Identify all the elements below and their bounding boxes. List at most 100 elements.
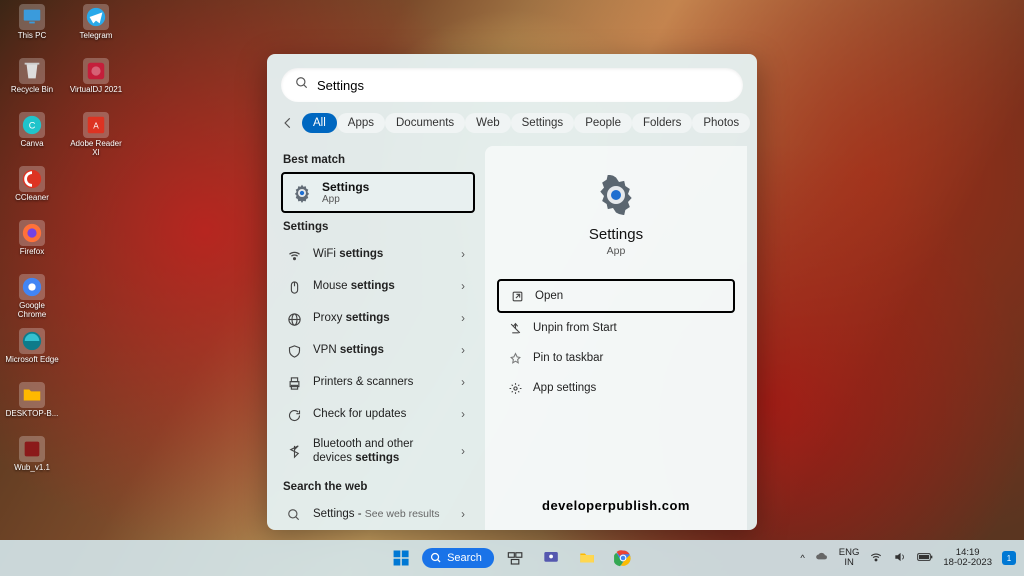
search-icon (285, 506, 303, 524)
action-label: Open (535, 290, 563, 302)
pin-icon (507, 350, 523, 366)
result-detail-pane: Settings App OpenUnpin from StartPin to … (485, 146, 747, 530)
settings-section-header: Settings (283, 221, 479, 233)
settings-result-item[interactable]: Check for updates› (281, 399, 475, 431)
action-label: Pin to taskbar (533, 352, 603, 364)
desktop-icons-area: This PC Recycle Bin CCanvaCCleaner Firefox G… (4, 4, 124, 486)
result-text: WiFi settings (313, 248, 451, 262)
onedrive-icon[interactable] (815, 550, 829, 567)
printer-icon (285, 374, 303, 392)
gear-icon (507, 380, 523, 396)
filter-pill-apps[interactable]: Apps (337, 113, 385, 133)
chat-button[interactable] (536, 543, 566, 573)
desktop-icon-label: Recycle Bin (11, 86, 53, 95)
detail-action-pin-to-taskbar[interactable]: Pin to taskbar (497, 343, 735, 373)
desktop-icon-label: Firefox (20, 248, 44, 257)
filter-pill-people[interactable]: People (574, 113, 632, 133)
settings-result-item[interactable]: Mouse settings› (281, 271, 475, 303)
folder-icon (19, 382, 45, 408)
pc-icon (19, 4, 45, 30)
notification-center-button[interactable]: 1 (1002, 551, 1016, 565)
filter-pill-folders[interactable]: Folders (632, 113, 692, 133)
adobe-icon: A (83, 112, 109, 138)
chevron-right-icon: › (461, 281, 465, 293)
result-text: Proxy settings (313, 312, 451, 326)
battery-icon[interactable] (917, 552, 933, 565)
desktop-icon[interactable]: CCleaner (4, 166, 60, 216)
filter-pill-web[interactable]: Web (465, 113, 510, 133)
desktop-icon[interactable]: Microsoft Edge (4, 328, 60, 378)
taskbar: Search ^ ENG IN (0, 540, 1024, 576)
settings-result-item[interactable]: Proxy settings › (281, 303, 475, 335)
desktop-icon[interactable]: AAdobe Reader XI (68, 112, 124, 162)
open-icon (509, 288, 525, 304)
settings-result-item[interactable]: VPN settings › (281, 335, 475, 367)
desktop-icon[interactable]: Wub_v1.1 (4, 436, 60, 486)
chevron-right-icon: › (461, 313, 465, 325)
chevron-right-icon: › (461, 249, 465, 261)
action-label: App settings (533, 382, 596, 394)
chrome-taskbar-button[interactable] (608, 543, 638, 573)
settings-result-item[interactable]: WiFi settings › (281, 239, 475, 271)
start-button[interactable] (386, 543, 416, 573)
file-explorer-button[interactable] (572, 543, 602, 573)
search-icon (295, 76, 309, 95)
task-view-button[interactable] (500, 543, 530, 573)
chevron-right-icon: › (461, 446, 465, 458)
settings-result-item[interactable]: Printers & scanners› (281, 367, 475, 399)
chevron-right-icon: › (461, 377, 465, 389)
detail-action-app-settings[interactable]: App settings (497, 373, 735, 403)
search-filter-row: AllAppsDocumentsWebSettingsPeopleFolders… (267, 112, 757, 142)
gear-icon (291, 182, 313, 204)
gear-icon (595, 174, 637, 216)
search-box[interactable] (281, 68, 743, 102)
filter-pill-photos[interactable]: Photos (692, 113, 750, 133)
start-search-popup: AllAppsDocumentsWebSettingsPeopleFolders… (267, 54, 757, 530)
result-text: Bluetooth and other devices settings (313, 438, 451, 466)
filter-pill-documents[interactable]: Documents (385, 113, 465, 133)
best-match-subtitle: App (322, 194, 369, 205)
detail-action-open[interactable]: Open (497, 279, 735, 313)
taskbar-search-label: Search (447, 552, 482, 564)
mouse-icon (285, 278, 303, 296)
filter-pill-settings[interactable]: Settings (511, 113, 575, 133)
desktop-icon[interactable]: DESKTOP-B... (4, 382, 60, 432)
taskbar-search-button[interactable]: Search (422, 548, 494, 568)
clock[interactable]: 14:19 18-02-2023 (943, 548, 992, 569)
wifi-icon (285, 246, 303, 264)
detail-action-unpin-from-start[interactable]: Unpin from Start (497, 313, 735, 343)
proxy-icon (285, 310, 303, 328)
unpin-icon (507, 320, 523, 336)
results-left-column: Best match Settings App Settings WiFi se… (267, 142, 479, 530)
settings-result-item[interactable]: Bluetooth and other devices settings › (281, 431, 475, 473)
best-match-result[interactable]: Settings App (281, 172, 475, 213)
desktop-icon[interactable]: Firefox (4, 220, 60, 270)
wifi-icon[interactable] (869, 550, 883, 567)
chrome-icon (19, 274, 45, 300)
chevron-right-icon: › (461, 345, 465, 357)
desktop-icon-label: Google Chrome (4, 302, 60, 320)
desktop-icon[interactable]: CCanva (4, 112, 60, 162)
volume-icon[interactable] (893, 550, 907, 567)
edge-icon (19, 328, 45, 354)
system-tray: ^ ENG IN 14:19 18-02-2023 1 (800, 540, 1016, 576)
filter-pill-all[interactable]: All (302, 113, 337, 133)
vdj-icon (83, 58, 109, 84)
language-indicator[interactable]: ENG IN (839, 548, 860, 569)
desktop-icon[interactable]: Recycle Bin (4, 58, 60, 108)
desktop-icon-label: DESKTOP-B... (6, 410, 59, 419)
ff-icon (19, 220, 45, 246)
back-arrow-icon[interactable] (281, 112, 295, 134)
desktop-icon[interactable]: VirtualDJ 2021 (68, 58, 124, 108)
search-input[interactable] (317, 78, 729, 93)
result-text: VPN settings (313, 344, 451, 358)
wub-icon (19, 436, 45, 462)
desktop-icon[interactable]: Telegram (68, 4, 124, 54)
tray-chevron-icon[interactable]: ^ (800, 553, 804, 564)
search-web-result[interactable]: Settings - See web results › (281, 499, 475, 530)
tg-icon (83, 4, 109, 30)
desktop-icon-label: VirtualDJ 2021 (70, 86, 122, 95)
desktop-icon[interactable]: This PC (4, 4, 60, 54)
bt-icon (285, 443, 303, 461)
desktop-icon[interactable]: Google Chrome (4, 274, 60, 324)
